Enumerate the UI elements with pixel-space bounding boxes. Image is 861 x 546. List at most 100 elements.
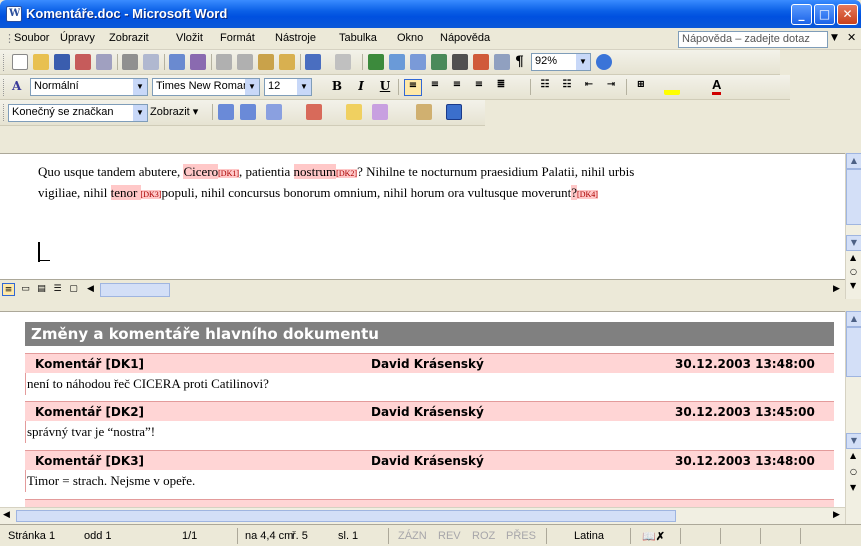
permission-icon[interactable] — [75, 54, 91, 70]
reviewing-pane[interactable]: Změny a komentáře hlavního dokumentu Kom… — [0, 311, 845, 507]
spelling-icon[interactable] — [169, 54, 185, 70]
scroll-right-icon[interactable]: ▶ — [830, 283, 843, 296]
scroll-thumb[interactable] — [846, 169, 861, 225]
document-pane[interactable]: Quo usque tandem abutere, Cicero[DK1], p… — [0, 153, 845, 279]
line-spacing-button[interactable]: ≣ — [492, 79, 510, 96]
menu-okno[interactable]: Okno — [397, 32, 423, 44]
normal-view-icon[interactable]: ≡ — [2, 283, 15, 296]
scroll-thumb[interactable] — [846, 327, 861, 377]
font-size-select[interactable]: 12 ▼ — [264, 78, 312, 96]
word-app-icon[interactable]: W — [6, 6, 22, 22]
cut-icon[interactable] — [216, 54, 232, 70]
highlight-icon[interactable] — [664, 79, 680, 95]
align-right-button[interactable]: ≡ — [448, 79, 466, 96]
accept-change-icon[interactable] — [266, 104, 282, 120]
tables-borders-icon[interactable] — [389, 54, 405, 70]
insert-table-icon[interactable] — [410, 54, 426, 70]
comment-text[interactable]: Timor = strach. Nejsme v opeře. — [25, 470, 834, 492]
menu-soubor[interactable]: Soubor — [14, 32, 49, 44]
show-formatting-icon[interactable]: ¶ — [515, 54, 524, 70]
scroll-right-icon[interactable]: ▶ — [833, 510, 840, 520]
status-language[interactable]: Latina — [574, 530, 604, 542]
scroll-down-icon[interactable]: ▼ — [846, 433, 861, 449]
redo-icon[interactable] — [335, 54, 351, 70]
document-text[interactable]: Quo usque tandem abutere, Cicero[DK1], p… — [38, 162, 638, 204]
select-browse-object-icon[interactable]: ○ — [850, 267, 857, 276]
highlight-review-icon[interactable] — [372, 104, 388, 120]
reviewing-horizontal-scrollbar[interactable]: ◀ ▶ — [0, 507, 845, 524]
drawing-icon[interactable] — [473, 54, 489, 70]
web-layout-icon[interactable]: ▭ — [19, 283, 32, 296]
comment-text[interactable]: správný tvar je “nostra”! — [25, 421, 834, 443]
align-center-button[interactable]: ≡ — [426, 79, 444, 96]
font-color-icon[interactable]: A — [712, 78, 722, 95]
next-page-icon[interactable]: ▼ — [850, 281, 856, 290]
comment-header[interactable]: Komentář [DK2] David Krásenský 30.12.200… — [25, 401, 834, 421]
insert-excel-icon[interactable] — [431, 54, 447, 70]
help-dropdown-icon[interactable]: ▼ — [831, 33, 838, 43]
title-bar[interactable]: W Komentáře.doc - Microsoft Word _ □ ✕ — [0, 0, 861, 28]
doc-close-icon[interactable]: ✕ — [847, 31, 856, 44]
new-document-icon[interactable] — [12, 54, 28, 70]
previous-page-icon[interactable]: ▲ — [850, 253, 856, 262]
show-menu-button[interactable]: Zobrazit ▾ — [150, 105, 198, 118]
print-preview-icon[interactable] — [143, 54, 159, 70]
toolbar-grip[interactable] — [3, 79, 6, 96]
print-layout-icon[interactable]: ▤ — [35, 283, 48, 296]
commented-text-nostrum[interactable]: nostrum — [293, 164, 337, 179]
menu-zobrazit[interactable]: Zobrazit — [109, 32, 149, 44]
paste-icon[interactable] — [258, 54, 274, 70]
status-extend[interactable]: ROZ — [472, 530, 495, 542]
comment-marker-dk1[interactable]: [DK1] — [218, 169, 240, 178]
undo-icon[interactable] — [305, 54, 321, 70]
scroll-left-icon[interactable]: ◀ — [84, 283, 97, 296]
comment-header[interactable]: Komentář [DK3] David Krásenský 30.12.200… — [25, 450, 834, 470]
font-select[interactable]: Times New Roman ▼ — [152, 78, 260, 96]
decrease-indent-button[interactable]: ⇤ — [580, 79, 598, 96]
comment-marker-dk2[interactable]: [DK2] — [336, 169, 358, 178]
menu-nastroje[interactable]: Nástroje — [275, 32, 316, 44]
next-page-icon[interactable]: ▼ — [850, 483, 856, 492]
help-icon[interactable] — [596, 54, 612, 70]
reject-change-icon[interactable] — [306, 104, 322, 120]
scroll-up-icon[interactable]: ▲ — [846, 153, 861, 169]
maximize-icon[interactable]: □ — [814, 4, 835, 25]
styles-formatting-icon[interactable]: A — [12, 79, 21, 93]
help-search-input[interactable]: Nápověda – zadejte dotaz — [678, 31, 828, 48]
status-overtype[interactable]: PŘES — [506, 530, 536, 542]
previous-page-icon[interactable]: ▲ — [850, 451, 856, 460]
reading-layout-icon[interactable]: ▢ — [67, 283, 80, 296]
toolbar-grip[interactable] — [3, 104, 6, 121]
new-comment-icon[interactable] — [346, 104, 362, 120]
format-painter-icon[interactable] — [279, 54, 295, 70]
hyperlink-icon[interactable] — [368, 54, 384, 70]
scroll-down-icon[interactable]: ▼ — [846, 235, 861, 251]
justify-button[interactable]: ≡ — [470, 79, 488, 96]
scroll-up-icon[interactable]: ▲ — [846, 311, 861, 327]
reviewing-pane-icon[interactable] — [446, 104, 462, 120]
menu-tabulka[interactable]: Tabulka — [339, 32, 377, 44]
comment-text[interactable]: není to náhodou řeč CICERA proti Catilin… — [25, 373, 834, 395]
toolbar-grip[interactable] — [3, 54, 6, 71]
spelling-status-icon[interactable]: 📖✗ — [642, 530, 665, 543]
align-left-button[interactable]: ≡ — [404, 79, 422, 96]
pane-splitter[interactable] — [0, 299, 861, 311]
menu-vlozit[interactable]: Vložit — [176, 32, 203, 44]
columns-icon[interactable] — [452, 54, 468, 70]
reviewing-vertical-scrollbar[interactable]: ▲ ▼ ▲ ○ ▼ — [845, 311, 861, 524]
increase-indent-button[interactable]: ⇥ — [602, 79, 620, 96]
open-icon[interactable] — [33, 54, 49, 70]
comment-header[interactable]: Komentář [DK1] David Krásenský 30.12.200… — [25, 353, 834, 373]
horizontal-scroll-thumb[interactable] — [100, 283, 170, 297]
menu-format[interactable]: Formát — [220, 32, 255, 44]
close-icon[interactable]: ✕ — [837, 4, 858, 25]
comment-marker-dk4[interactable]: [DK4] — [577, 190, 598, 199]
style-select[interactable]: Normální ▼ — [30, 78, 148, 96]
save-icon[interactable] — [54, 54, 70, 70]
scroll-left-icon[interactable]: ◀ — [3, 510, 10, 520]
select-browse-object-icon[interactable]: ○ — [850, 467, 857, 476]
numbering-button[interactable]: ☷ — [536, 79, 554, 96]
bullets-button[interactable]: ☷ — [558, 79, 576, 96]
document-vertical-scrollbar[interactable]: ▲ ▼ ▲ ○ ▼ — [845, 153, 861, 299]
track-changes-icon[interactable] — [416, 104, 432, 120]
